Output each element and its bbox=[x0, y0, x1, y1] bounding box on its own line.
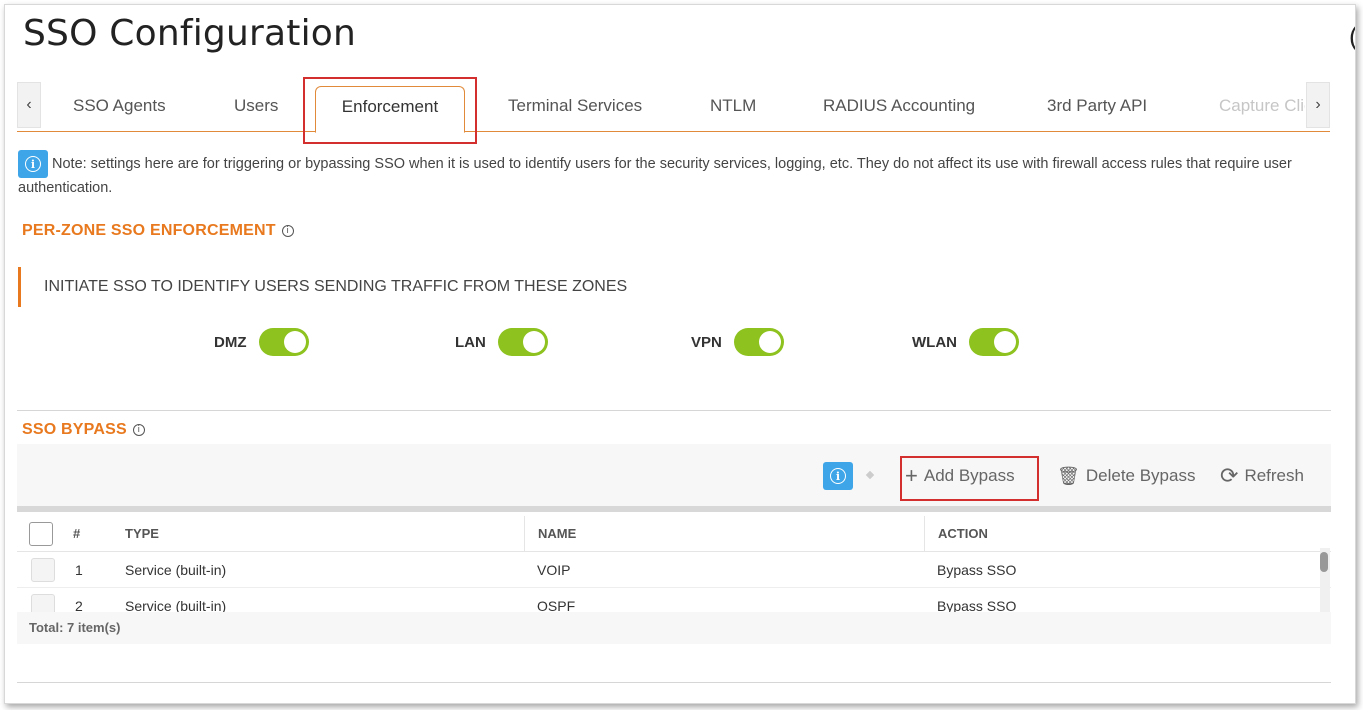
bottom-divider bbox=[17, 682, 1331, 683]
bypass-toolbar: i + Add Bypass 🗑 Delete Bypass ⟳ Refresh bbox=[17, 444, 1331, 506]
scrollbar-thumb[interactable] bbox=[1320, 552, 1328, 572]
add-bypass-button[interactable]: + Add Bypass bbox=[905, 460, 1015, 492]
bypass-table: # TYPE NAME ACTION 1 Service (built-in) … bbox=[17, 516, 1331, 624]
col-type[interactable]: TYPE bbox=[125, 516, 159, 551]
tab-terminal-services[interactable]: Terminal Services bbox=[508, 96, 642, 116]
cell-num: 1 bbox=[75, 561, 83, 578]
note-text: Note: settings here are for triggering o… bbox=[18, 155, 1292, 196]
add-bypass-label: Add Bypass bbox=[923, 466, 1015, 485]
row-checkbox[interactable] bbox=[31, 557, 55, 582]
trash-icon: 🗑 bbox=[1057, 465, 1080, 486]
tab-users[interactable]: Users bbox=[234, 96, 278, 116]
refresh-icon: ⟳ bbox=[1220, 463, 1239, 488]
corner-glyph: ( bbox=[1349, 21, 1355, 52]
tab-enforcement[interactable]: Enforcement bbox=[315, 86, 465, 133]
total-count: Total: 7 item(s) bbox=[29, 620, 121, 635]
delete-bypass-label: Delete Bypass bbox=[1085, 466, 1196, 485]
tab-capture-client[interactable]: Capture Clie bbox=[1219, 96, 1305, 116]
zones-subheading: INITIATE SSO TO IDENTIFY USERS SENDING T… bbox=[18, 267, 627, 307]
tab-sso-agents[interactable]: SSO Agents bbox=[73, 96, 166, 116]
delete-bypass-button[interactable]: 🗑 Delete Bypass bbox=[1057, 460, 1195, 492]
help-icon[interactable]: i bbox=[132, 423, 145, 436]
zone-wlan: WLAN bbox=[912, 328, 1019, 356]
per-zone-heading-text: PER-ZONE SSO ENFORCEMENT bbox=[22, 222, 276, 239]
col-action[interactable]: ACTION bbox=[924, 516, 988, 551]
tab-radius-accounting[interactable]: RADIUS Accounting bbox=[823, 96, 975, 116]
zone-label: LAN bbox=[455, 333, 486, 351]
page-title: SSO Configuration bbox=[23, 13, 357, 54]
col-num: # bbox=[73, 526, 81, 541]
zone-lan: LAN bbox=[455, 328, 548, 356]
tab-bar: ‹ SSO Agents Users Enforcement Terminal … bbox=[17, 80, 1330, 133]
table-header: # TYPE NAME ACTION bbox=[17, 516, 1331, 552]
table-row[interactable]: 1 Service (built-in) VOIP Bypass SSO bbox=[17, 552, 1331, 588]
tab-scroll-right-icon[interactable]: › bbox=[1306, 82, 1330, 128]
col-name[interactable]: NAME bbox=[524, 516, 576, 551]
zone-vpn: VPN bbox=[691, 328, 784, 356]
info-icon: i bbox=[18, 150, 48, 178]
cell-type: Service (built-in) bbox=[125, 561, 227, 578]
plus-icon: + bbox=[905, 463, 918, 488]
zone-vpn-toggle[interactable] bbox=[733, 328, 784, 356]
per-zone-heading: PER-ZONE SSO ENFORCEMENT i bbox=[22, 222, 294, 240]
tab-ntlm[interactable]: NTLM bbox=[710, 96, 756, 116]
zone-lan-toggle[interactable] bbox=[497, 328, 548, 356]
section-divider bbox=[17, 410, 1331, 411]
refresh-label: Refresh bbox=[1244, 466, 1304, 485]
refresh-button[interactable]: ⟳ Refresh bbox=[1220, 460, 1304, 492]
help-icon[interactable]: i bbox=[281, 224, 294, 237]
note: i Note: settings here are for triggering … bbox=[18, 150, 1328, 199]
zone-wlan-toggle[interactable] bbox=[969, 328, 1019, 356]
select-all-checkbox[interactable] bbox=[29, 521, 53, 546]
sso-bypass-heading-text: SSO BYPASS bbox=[22, 421, 127, 438]
tab-scroll-left-icon[interactable]: ‹ bbox=[17, 82, 41, 128]
sso-bypass-heading: SSO BYPASS i bbox=[22, 421, 145, 439]
cell-name: VOIP bbox=[537, 561, 571, 578]
tab-3rd-party-api[interactable]: 3rd Party API bbox=[1047, 96, 1147, 116]
zone-dmz-toggle[interactable] bbox=[258, 328, 309, 356]
table-footer: Total: 7 item(s) bbox=[17, 612, 1331, 644]
zone-label: DMZ bbox=[214, 333, 247, 351]
zone-label: VPN bbox=[691, 333, 722, 351]
zone-label: WLAN bbox=[912, 333, 957, 351]
separator-dot bbox=[865, 470, 875, 480]
zone-dmz: DMZ bbox=[214, 328, 309, 356]
info-icon[interactable]: i bbox=[823, 462, 853, 490]
toolbar-underline bbox=[17, 506, 1331, 512]
cell-action: Bypass SSO bbox=[937, 561, 1017, 578]
table-scrollbar[interactable] bbox=[1320, 548, 1330, 614]
